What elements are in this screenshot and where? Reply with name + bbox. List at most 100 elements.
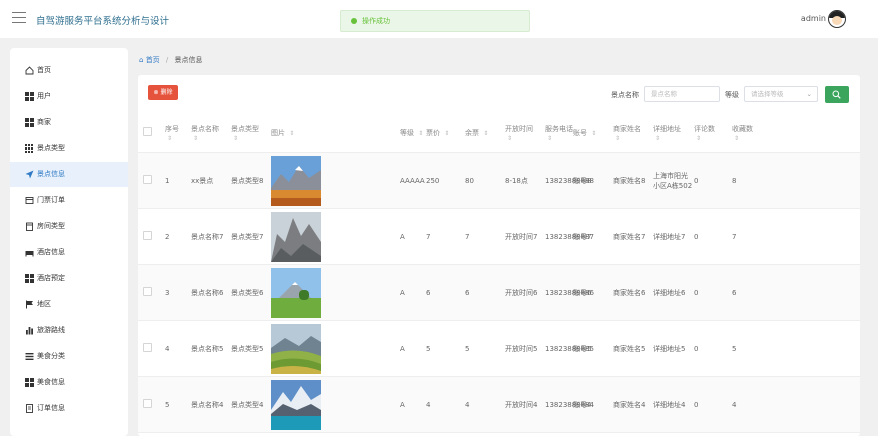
- header-picture[interactable]: 图片 ⇕: [271, 113, 370, 153]
- header-phone[interactable]: 服务电话 ⇕: [545, 113, 573, 153]
- sort-icon[interactable]: ⇕: [734, 135, 739, 142]
- cell-favorites: 6: [732, 288, 737, 297]
- sidebar-item-food-info[interactable]: 美食信息: [10, 370, 128, 395]
- sidebar-item-routes[interactable]: 旅游路线: [10, 318, 128, 343]
- header-name[interactable]: 景点名称 ⇕: [191, 113, 231, 153]
- sidebar-item-hotel-booking[interactable]: 酒店预定: [10, 266, 128, 291]
- sort-icon[interactable]: ⇕: [483, 130, 488, 137]
- header-price[interactable]: 票价 ⇕: [426, 113, 465, 153]
- sidebar-item-home[interactable]: 首页: [10, 58, 128, 83]
- sidebar-item-users[interactable]: 用户: [10, 84, 128, 109]
- sidebar-item-label: 旅游路线: [37, 326, 65, 334]
- sort-icon[interactable]: ⇕: [418, 130, 423, 137]
- grid-nine-icon: [25, 144, 34, 153]
- breadcrumb: ⌂ 首页 / 景点信息: [139, 55, 203, 65]
- cell-level: A: [400, 288, 405, 297]
- spot-image[interactable]: [271, 379, 321, 430]
- cell-comments: 0: [694, 288, 699, 297]
- avatar[interactable]: [828, 10, 846, 28]
- header-account[interactable]: 账号 ⇕: [573, 113, 613, 153]
- sidebar-item-label: 酒店预定: [37, 274, 65, 282]
- cell-type: 景点类型5: [231, 344, 264, 353]
- sidebar-item-label: 商家: [37, 118, 51, 126]
- grid-icon: [25, 92, 34, 101]
- sidebar-item-hotel-info[interactable]: 酒店信息: [10, 240, 128, 265]
- menu-toggle-icon[interactable]: [12, 12, 26, 24]
- select-all-checkbox[interactable]: [143, 127, 152, 136]
- row-checkbox[interactable]: [143, 343, 152, 352]
- header-label: 详细地址: [653, 124, 681, 133]
- cell-open-time: 开放时间5: [505, 344, 538, 353]
- header-index[interactable]: 序号 ⇕: [165, 113, 191, 153]
- header-open-time[interactable]: 开放时间 ⇕: [505, 113, 545, 153]
- flag-icon: [25, 300, 34, 309]
- sidebar-item-spot-types[interactable]: 景点类型: [10, 136, 128, 161]
- sort-icon[interactable]: ⇕: [507, 135, 512, 142]
- level-select[interactable]: 请选择等级 ⌄: [744, 86, 818, 102]
- spot-name-input[interactable]: 景点名称: [644, 86, 720, 102]
- spot-name-label: 景点名称: [611, 91, 639, 99]
- header-label: 景点名称: [191, 124, 219, 133]
- home-icon: [25, 66, 34, 75]
- spot-image[interactable]: [271, 211, 321, 262]
- spot-image[interactable]: [271, 155, 321, 206]
- spot-image[interactable]: [271, 267, 321, 318]
- sort-icon[interactable]: ⇕: [696, 135, 701, 142]
- cell-type: 景点类型4: [231, 400, 264, 409]
- sort-icon[interactable]: ⇕: [193, 135, 198, 142]
- username[interactable]: admin: [801, 14, 826, 23]
- sort-icon[interactable]: ⇕: [591, 130, 596, 137]
- list-icon: [25, 352, 34, 361]
- header-label: 账号: [573, 128, 587, 137]
- row-checkbox[interactable]: [143, 231, 152, 240]
- header-level[interactable]: 等级 ⇕: [400, 113, 426, 153]
- level-select-placeholder: 请选择等级: [751, 90, 784, 98]
- cell-phone: 13823888888: [545, 176, 594, 185]
- header-comments[interactable]: 评论数 ⇕: [694, 113, 732, 153]
- cell-address: 上海市阳光小区A栋502: [653, 171, 693, 190]
- header-remain[interactable]: 余票 ⇕: [465, 113, 505, 153]
- sidebar-item-region[interactable]: 地区: [10, 292, 128, 317]
- sidebar-item-label: 用户: [37, 92, 51, 100]
- calendar-icon: [25, 274, 34, 283]
- sidebar-item-room-types[interactable]: 房间类型: [10, 214, 128, 239]
- cell-remain: 80: [465, 176, 474, 185]
- row-checkbox[interactable]: [143, 175, 152, 184]
- sort-icon[interactable]: ⇕: [547, 135, 552, 142]
- sidebar-item-food-category[interactable]: 美食分类: [10, 344, 128, 369]
- cell-type: 景点类型8: [231, 176, 264, 185]
- header-merchant[interactable]: 商家姓名 ⇕: [613, 113, 653, 153]
- sort-icon[interactable]: ⇕: [289, 130, 294, 137]
- sidebar-item-orders[interactable]: 订单信息: [10, 396, 128, 421]
- cell-name: 景点名称4: [191, 400, 224, 409]
- sort-icon[interactable]: ⇕: [444, 130, 449, 137]
- search-icon: [832, 90, 841, 99]
- cell-price: 5: [426, 344, 431, 353]
- spot-image[interactable]: [271, 323, 321, 374]
- cell-index: 3: [165, 288, 170, 297]
- cell-comments: 0: [694, 344, 699, 353]
- search-button[interactable]: [825, 86, 849, 103]
- header-type[interactable]: 景点类型 ⇕: [231, 113, 271, 153]
- header-favorites[interactable]: 收藏数 ⇕: [732, 113, 860, 153]
- cell-name: 景点名称5: [191, 344, 224, 353]
- sidebar-item-label: 美食分类: [37, 352, 65, 360]
- cell-remain: 4: [465, 400, 470, 409]
- sort-icon[interactable]: ⇕: [615, 135, 620, 142]
- row-checkbox[interactable]: [143, 287, 152, 296]
- sidebar-item-spot-info[interactable]: 景点信息: [10, 162, 128, 187]
- sort-icon[interactable]: ⇕: [233, 135, 238, 142]
- table-header-row: 序号 ⇕ 景点名称 ⇕ 景点类型 ⇕ 图片 ⇕ 等级 ⇕ 票价 ⇕ 余票 ⇕ 开放时间…: [138, 113, 860, 153]
- grid-icon: [25, 118, 34, 127]
- cell-favorites: 7: [732, 232, 737, 241]
- sort-icon[interactable]: ⇕: [167, 135, 172, 142]
- sidebar-item-ticket-orders[interactable]: 门票订单: [10, 188, 128, 213]
- cell-picture: [271, 209, 370, 265]
- cell-open-time: 开放时间6: [505, 288, 538, 297]
- header-address[interactable]: 详细地址 ⇕: [653, 113, 694, 153]
- sidebar-item-merchants[interactable]: 商家: [10, 110, 128, 135]
- batch-delete-button[interactable]: ⊗ 删除: [148, 85, 178, 100]
- breadcrumb-home[interactable]: ⌂ 首页: [139, 56, 160, 64]
- sort-icon[interactable]: ⇕: [655, 135, 660, 142]
- row-checkbox[interactable]: [143, 399, 152, 408]
